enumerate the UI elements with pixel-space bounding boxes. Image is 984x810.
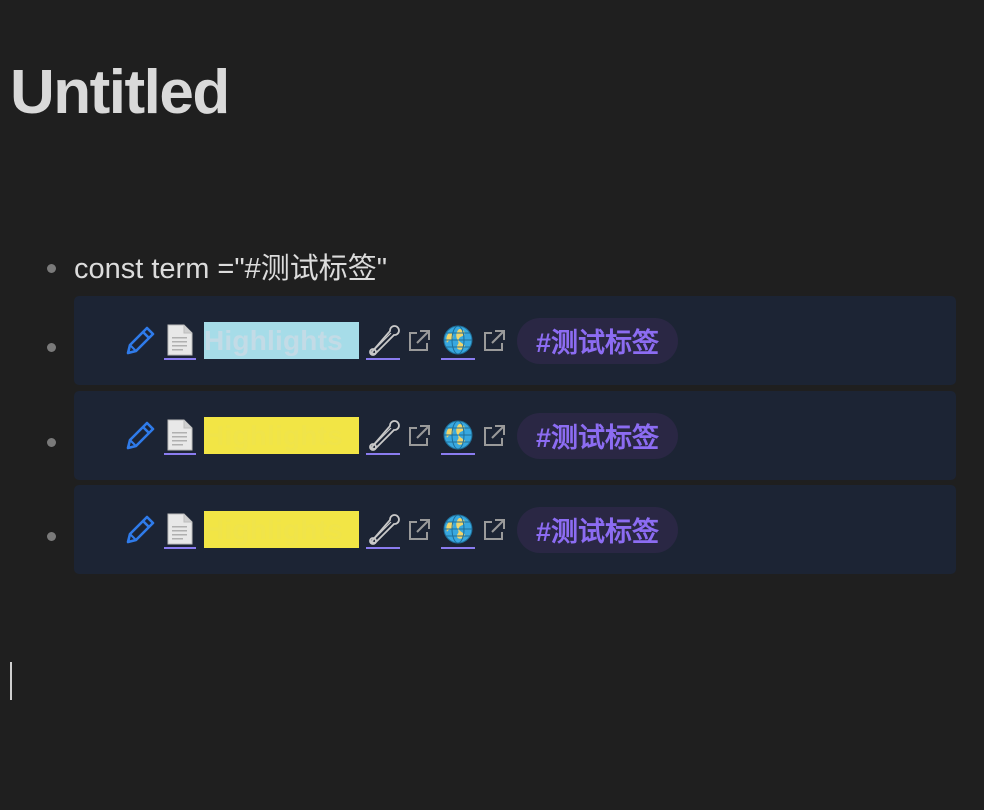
safety-pin-icon[interactable]	[366, 417, 400, 455]
external-link-icon[interactable]	[404, 421, 434, 451]
highlight-label: Highlights	[204, 417, 359, 454]
highlight-label: Highlights	[204, 511, 359, 548]
external-link-icon[interactable]	[479, 326, 509, 356]
document-icon[interactable]	[164, 322, 196, 360]
list-bullet[interactable]	[47, 264, 56, 273]
list-bullet[interactable]	[47, 343, 56, 352]
pencil-icon[interactable]	[122, 512, 158, 548]
page-title[interactable]: Untitled	[10, 55, 230, 131]
highlight-label: Highlights	[204, 322, 359, 359]
document-icon[interactable]	[164, 417, 196, 455]
tag-pill[interactable]: #测试标签	[517, 506, 679, 553]
tag-pill[interactable]: #测试标签	[517, 412, 679, 459]
result-block[interactable]: Highlights #测试标签	[74, 296, 956, 385]
list-bullet[interactable]	[47, 532, 56, 541]
document-icon[interactable]	[164, 511, 196, 549]
safety-pin-icon[interactable]	[366, 322, 400, 360]
globe-icon[interactable]	[441, 417, 475, 455]
external-link-icon[interactable]	[479, 515, 509, 545]
tag-pill[interactable]: #测试标签	[517, 317, 679, 364]
globe-icon[interactable]	[441, 511, 475, 549]
external-link-icon[interactable]	[404, 326, 434, 356]
pencil-icon[interactable]	[122, 418, 158, 454]
result-block[interactable]: Highlights #测试标签	[74, 391, 956, 480]
pencil-icon[interactable]	[122, 323, 158, 359]
external-link-icon[interactable]	[479, 421, 509, 451]
result-block[interactable]: Highlights #测试标签	[74, 485, 956, 574]
text-cursor	[10, 662, 12, 700]
list-bullet[interactable]	[47, 438, 56, 447]
query-line[interactable]: const term ="#测试标签"	[74, 249, 387, 289]
safety-pin-icon[interactable]	[366, 511, 400, 549]
globe-icon[interactable]	[441, 322, 475, 360]
external-link-icon[interactable]	[404, 515, 434, 545]
